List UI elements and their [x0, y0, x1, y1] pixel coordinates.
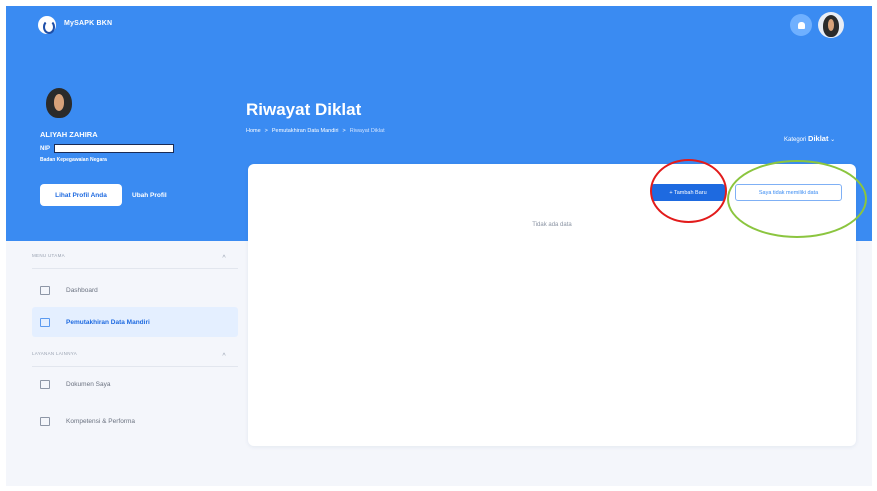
- kategori-dropdown[interactable]: Kategori Diklat ⌄: [784, 134, 835, 143]
- list-icon: [40, 317, 50, 327]
- sidebar-item-label: Kompetensi & Performa: [66, 417, 136, 425]
- sidebar-item-pemutakhiran[interactable]: Pemutakhiran Data Mandiri: [32, 307, 238, 337]
- kategori-value: Diklat: [808, 134, 829, 143]
- sidebar-item-label: Dokumen Saya: [66, 380, 111, 388]
- breadcrumb: Home > Pemutakhiran Data Mandiri > Riway…: [246, 128, 385, 134]
- sidebar-item-kompetensi[interactable]: Kompetensi & Performa: [32, 406, 238, 436]
- avatar-image: [823, 15, 839, 37]
- profile-photo: [46, 88, 72, 118]
- chevron-down-icon: ⌄: [830, 137, 836, 143]
- kategori-label: Kategori: [784, 137, 807, 143]
- page-title: Riwayat Diklat: [246, 100, 362, 119]
- breadcrumb-home[interactable]: Home: [246, 128, 261, 134]
- empty-state-text: Tidak ada data: [532, 222, 572, 228]
- add-new-button[interactable]: + Tambah Baru: [651, 184, 725, 201]
- section-title: LAYANAN LAINNYA: [32, 351, 78, 356]
- breadcrumb-current: Riwayat Diklat: [349, 128, 385, 134]
- app-logo-icon[interactable]: [38, 16, 56, 34]
- sidebar-item-label: Pemutakhiran Data Mandiri: [66, 318, 150, 326]
- bell-icon: [797, 21, 805, 29]
- no-data-button[interactable]: Saya tidak memiliki data: [735, 184, 842, 201]
- chevron-up-icon: ^: [222, 255, 226, 262]
- dashboard-icon: [40, 285, 50, 295]
- sidebar-item-dokumen[interactable]: Dokumen Saya: [32, 369, 238, 399]
- agency-name: Badan Kepegawaian Negara: [40, 157, 107, 163]
- section-title: MENU UTAMA: [32, 253, 65, 258]
- app-window: MySAPK BKN ALIYAH ZAHIRA NIP Badan Kepeg…: [6, 6, 872, 486]
- app-name: MySAPK BKN: [64, 20, 113, 27]
- content-card: + Tambah Baru Saya tidak memiliki data T…: [248, 164, 856, 446]
- view-profile-button[interactable]: Lihat Profil Anda: [40, 184, 122, 206]
- grid-icon: [40, 416, 50, 426]
- edit-profile-button[interactable]: Ubah Profil: [132, 184, 167, 206]
- breadcrumb-separator: >: [264, 128, 268, 134]
- user-avatar-button[interactable]: [818, 12, 844, 38]
- chevron-up-icon: ^: [222, 353, 226, 360]
- user-name: ALIYAH ZAHIRA: [40, 130, 98, 139]
- profile-avatar: [46, 88, 72, 118]
- breadcrumb-separator: >: [342, 128, 346, 134]
- folder-icon: [40, 379, 50, 389]
- nip-row: NIP: [40, 144, 175, 153]
- sidebar-item-label: Dashboard: [66, 286, 98, 294]
- notification-button[interactable]: [790, 14, 812, 36]
- nip-label: NIP: [40, 145, 51, 152]
- nip-redacted-box: [54, 144, 175, 153]
- sidebar-section-main[interactable]: MENU UTAMA ^: [32, 253, 238, 269]
- sidebar-item-dashboard[interactable]: Dashboard: [32, 275, 238, 305]
- sidebar-section-layanan[interactable]: LAYANAN LAINNYA ^: [32, 351, 238, 367]
- breadcrumb-data-mandiri[interactable]: Pemutakhiran Data Mandiri: [272, 128, 339, 134]
